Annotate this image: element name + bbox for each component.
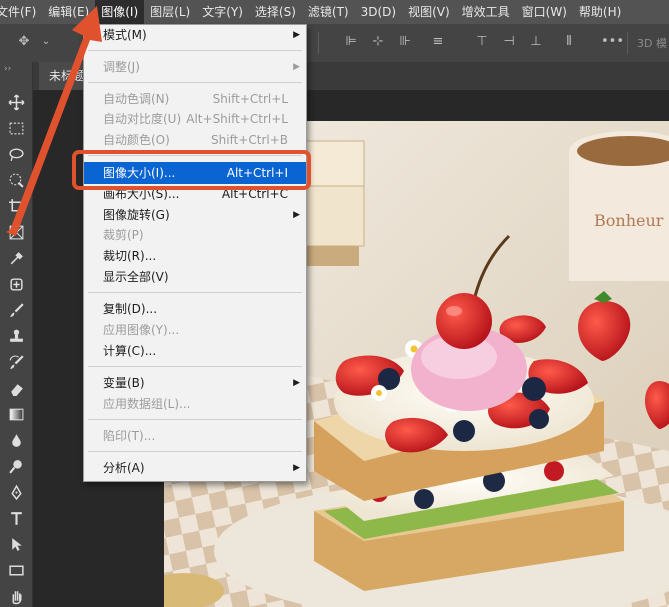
- move-tool-icon[interactable]: [4, 91, 28, 113]
- distribute-vertical-icon[interactable]: ⦀: [561, 34, 577, 50]
- menu-window[interactable]: 窗口(W): [516, 0, 573, 24]
- menu-item-label: 显示全部(V): [103, 270, 169, 284]
- menu-item-image-rotation[interactable]: 图像旋转(G) ▶: [84, 205, 306, 225]
- pen-tool-icon[interactable]: [4, 481, 28, 503]
- menu-item-label: 自动对比度(U): [103, 112, 182, 126]
- frame-tool-icon[interactable]: [4, 221, 28, 243]
- brush-tool-icon[interactable]: [4, 299, 28, 321]
- submenu-arrow-icon: ▶: [293, 30, 300, 40]
- eraser-tool-icon[interactable]: [4, 377, 28, 399]
- menu-layer[interactable]: 图层(L): [144, 0, 196, 24]
- menu-select[interactable]: 选择(S): [249, 0, 302, 24]
- menu-item-auto-contrast[interactable]: 自动对比度(U) Alt+Shift+Ctrl+L: [84, 109, 306, 129]
- rectangle-tool-icon[interactable]: [4, 559, 28, 581]
- menu-help[interactable]: 帮助(H): [573, 0, 627, 24]
- submenu-arrow-icon: ▶: [293, 463, 300, 473]
- menu-divider: [88, 451, 302, 452]
- chevron-down-icon[interactable]: ⌄: [38, 34, 54, 50]
- menu-item-crop[interactable]: 裁剪(P): [84, 225, 306, 245]
- healing-brush-tool-icon[interactable]: [4, 273, 28, 295]
- menu-3d[interactable]: 3D(D): [355, 0, 402, 24]
- cup-brand-text: Bonheur: [594, 211, 664, 230]
- menu-filter[interactable]: 滤镜(T): [302, 0, 355, 24]
- align-middle-icon[interactable]: ⊣: [501, 34, 517, 50]
- menu-item-adjustments[interactable]: 调整(J) ▶: [84, 57, 306, 77]
- align-top-icon[interactable]: ⊤: [474, 34, 490, 50]
- align-bottom-icon[interactable]: ⊥: [528, 34, 544, 50]
- menu-item-shortcut: Shift+Ctrl+L: [212, 92, 288, 106]
- align-right-icon[interactable]: ⊪: [397, 34, 413, 50]
- menu-plugins[interactable]: 增效工具: [456, 0, 516, 24]
- menu-item-auto-tone[interactable]: 自动色调(N) Shift+Ctrl+L: [84, 89, 306, 109]
- history-brush-tool-icon[interactable]: [4, 351, 28, 373]
- menu-item-label: 裁剪(P): [103, 228, 144, 242]
- menu-item-shortcut: Alt+Shift+Ctrl+L: [186, 112, 288, 126]
- crop-tool-icon[interactable]: [4, 195, 28, 217]
- menu-item-apply-data-set[interactable]: 应用数据组(L)...: [84, 394, 306, 414]
- menu-divider: [88, 50, 302, 51]
- stamp-tool-icon[interactable]: [4, 325, 28, 347]
- menu-item-shortcut: Shift+Ctrl+B: [211, 133, 288, 147]
- menu-item-mode[interactable]: 模式(M) ▶: [84, 25, 306, 45]
- menu-item-label: 分析(A): [103, 461, 145, 475]
- menu-item-label: 图像旋转(G): [103, 208, 170, 222]
- dodge-tool-icon[interactable]: [4, 455, 28, 477]
- blur-tool-icon[interactable]: [4, 429, 28, 451]
- submenu-arrow-icon: ▶: [293, 378, 300, 388]
- menu-divider: [88, 292, 302, 293]
- menu-item-label: 陷印(T)...: [103, 429, 156, 443]
- menu-item-label: 变量(B): [103, 376, 145, 390]
- menu-item-label: 复制(D)...: [103, 302, 158, 316]
- menu-item-label: 应用数据组(L)...: [103, 397, 191, 411]
- menu-item-label: 裁切(R)...: [103, 249, 157, 263]
- gradient-tool-icon[interactable]: [4, 403, 28, 425]
- menu-image[interactable]: 图像(I): [95, 0, 145, 24]
- menu-edit[interactable]: 编辑(E): [42, 0, 95, 24]
- 3d-mode-label[interactable]: 3D 模: [637, 35, 667, 51]
- menu-divider: [88, 419, 302, 420]
- lasso-tool-icon[interactable]: [4, 143, 28, 165]
- menu-file[interactable]: 文件(F): [0, 0, 42, 24]
- menu-divider: [88, 366, 302, 367]
- align-left-icon[interactable]: ⊫: [343, 34, 359, 50]
- divider: [627, 32, 628, 54]
- menu-item-reveal-all[interactable]: 显示全部(V): [84, 267, 306, 287]
- menu-item-trap[interactable]: 陷印(T)...: [84, 426, 306, 446]
- marquee-tool-icon[interactable]: [4, 117, 28, 139]
- annotation-highlight-box: [72, 150, 311, 190]
- more-options-icon[interactable]: •••: [601, 34, 624, 50]
- eyedropper-tool-icon[interactable]: [4, 247, 28, 269]
- menu-item-apply-image[interactable]: 应用图像(Y)...: [84, 320, 306, 340]
- submenu-arrow-icon: ▶: [293, 62, 300, 72]
- menu-item-label: 调整(J): [103, 60, 140, 74]
- path-selection-tool-icon[interactable]: [4, 533, 28, 555]
- hand-tool-icon[interactable]: [4, 585, 28, 607]
- menu-item-label: 自动颜色(O): [103, 133, 170, 147]
- panel-grip-icon[interactable]: ››: [4, 64, 11, 74]
- submenu-arrow-icon: ▶: [293, 210, 300, 220]
- distribute-icon[interactable]: ≡: [430, 34, 446, 50]
- divider: [318, 32, 319, 54]
- menu-item-label: 计算(C)...: [103, 344, 157, 358]
- menu-item-label: 模式(M): [103, 28, 147, 42]
- quick-selection-tool-icon[interactable]: [4, 169, 28, 191]
- menu-item-analysis[interactable]: 分析(A) ▶: [84, 458, 306, 478]
- image-menu-dropdown: 模式(M) ▶ 调整(J) ▶ 自动色调(N) Shift+Ctrl+L 自动对比度(…: [83, 24, 307, 482]
- tools-panel: ››: [0, 62, 33, 607]
- menu-item-trim[interactable]: 裁切(R)...: [84, 246, 306, 266]
- menu-item-duplicate[interactable]: 复制(D)...: [84, 299, 306, 319]
- menu-item-auto-color[interactable]: 自动颜色(O) Shift+Ctrl+B: [84, 130, 306, 150]
- menu-type[interactable]: 文字(Y): [196, 0, 249, 24]
- menu-view[interactable]: 视图(V): [402, 0, 456, 24]
- align-center-icon[interactable]: ⊹: [370, 34, 386, 50]
- move-tool-icon[interactable]: ✥: [16, 34, 32, 50]
- menu-item-label: 应用图像(Y)...: [103, 323, 180, 337]
- menu-item-calculations[interactable]: 计算(C)...: [84, 341, 306, 361]
- type-tool-icon[interactable]: [4, 507, 28, 529]
- menu-divider: [88, 82, 302, 83]
- menu-item-label: 自动色调(N): [103, 92, 170, 106]
- menu-item-variables[interactable]: 变量(B) ▶: [84, 373, 306, 393]
- menu-bar: 文件(F) 编辑(E) 图像(I) 图层(L) 文字(Y) 选择(S) 滤镜(T…: [0, 0, 669, 24]
